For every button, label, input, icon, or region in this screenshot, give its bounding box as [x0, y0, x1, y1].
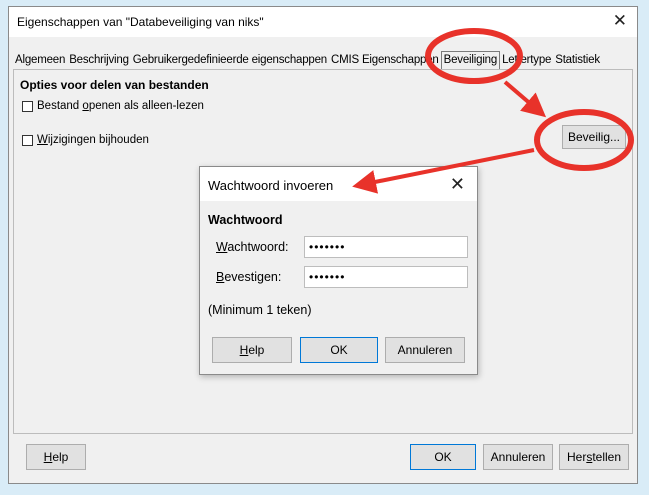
checkbox-box[interactable]	[22, 100, 33, 112]
cancel-button[interactable]: Annuleren	[483, 444, 553, 470]
window-title: Eigenschappen van "Databeveiliging van n…	[17, 15, 264, 29]
minimum-note: (Minimum 1 teken)	[208, 303, 312, 317]
tab-algemeen[interactable]: Algemeen	[13, 51, 67, 69]
ok-button[interactable]: OK	[410, 444, 476, 470]
help-button[interactable]: Help	[26, 444, 86, 470]
password-heading: Wachtwoord	[208, 213, 283, 227]
confirm-password-input[interactable]: •••••••	[304, 266, 468, 288]
dialog-ok-button[interactable]: OK	[300, 337, 378, 363]
tab-bar: Algemeen Beschrijving Gebruikergedefinie…	[13, 47, 633, 69]
dialog-cancel-button[interactable]: Annuleren	[385, 337, 465, 363]
track-changes-label: Wijzigingen bijhouden	[37, 134, 149, 146]
dialog-title: Wachtwoord invoeren	[208, 178, 334, 193]
track-changes-checkbox[interactable]: Wijzigingen bijhouden	[22, 134, 149, 146]
confirm-label: Bevestigen:	[216, 270, 282, 284]
protect-button[interactable]: Beveili g...	[562, 125, 626, 149]
reset-button[interactable]: Her s tellen	[559, 444, 629, 470]
tab-lettertype[interactable]: Lettertype	[500, 51, 553, 69]
readonly-checkbox[interactable]: Bestand openen als alleen-lezen	[22, 100, 204, 112]
readonly-label: Bestand openen als alleen-lezen	[37, 100, 204, 112]
dialog-help-button[interactable]: Help	[212, 337, 292, 363]
checkbox-box[interactable]	[22, 134, 33, 146]
close-icon[interactable]: ✕	[613, 11, 627, 31]
tab-beveiliging[interactable]: Beveiliging	[440, 51, 501, 69]
sharing-options-heading: Opties voor delen van bestanden	[20, 78, 209, 92]
tab-statistiek[interactable]: Statistiek	[553, 51, 602, 69]
dialog-titlebar[interactable]: Wachtwoord invoeren ✕	[200, 167, 477, 201]
tab-cmis[interactable]: CMIS Eigenschappen	[329, 51, 441, 69]
tab-custom-properties[interactable]: Gebruikergedefinieerde eigenschappen	[131, 51, 329, 69]
password-input[interactable]: •••••••	[304, 236, 468, 258]
dialog-close-icon[interactable]: ✕	[450, 174, 465, 195]
window-titlebar[interactable]: Eigenschappen van "Databeveiliging van n…	[9, 7, 637, 37]
password-dialog: Wachtwoord invoeren ✕ Wachtwoord Wachtwo…	[199, 166, 478, 375]
tab-beschrijving[interactable]: Beschrijving	[67, 51, 131, 69]
password-label: Wachtwoord:	[216, 240, 289, 254]
